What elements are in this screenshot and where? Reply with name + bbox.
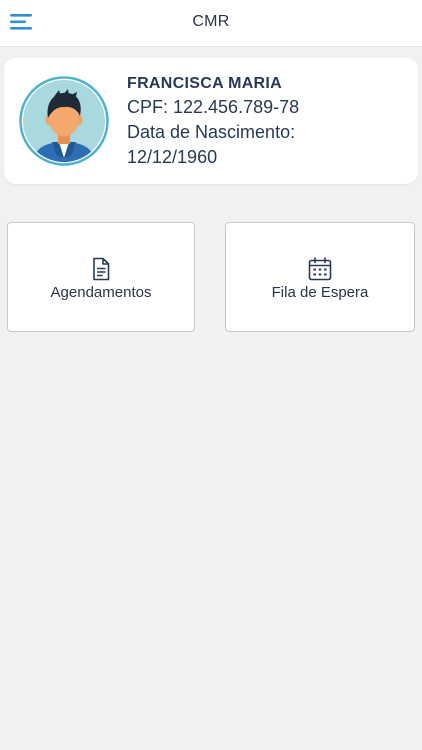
profile-birth-date: 12/12/1960 (127, 147, 218, 167)
user-avatar-icon (19, 76, 109, 166)
profile-cpf: CPF: 122.456.789-78 (127, 97, 300, 117)
document-icon (93, 257, 110, 281)
page-title: CMR (192, 13, 230, 30)
profile-info: FRANCISCA MARIA CPF: 122.456.789-78 Data… (127, 74, 299, 169)
avatar (19, 76, 109, 166)
profile-card: FRANCISCA MARIA CPF: 122.456.789-78 Data… (4, 58, 418, 184)
fila-de-espera-button[interactable]: Fila de Espera (225, 222, 415, 332)
fila-de-espera-label: Fila de Espera (271, 284, 369, 301)
agendamentos-label: Agendamentos (50, 284, 152, 301)
profile-birth-label: Data de Nascimento: (127, 122, 296, 142)
profile-name: FRANCISCA MARIA (127, 75, 283, 92)
agendamentos-button[interactable]: Agendamentos (7, 222, 195, 332)
app-header: CMR (0, 0, 422, 47)
calendar-icon (308, 257, 332, 281)
